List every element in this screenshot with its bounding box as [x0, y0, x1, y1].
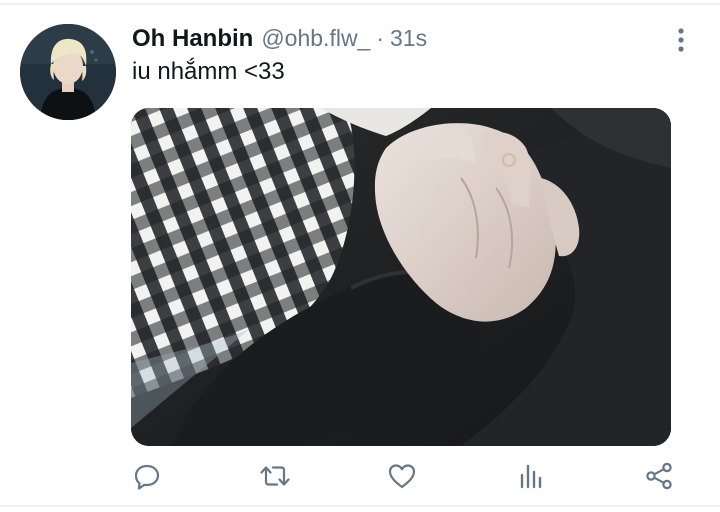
more-options-button[interactable] — [668, 26, 694, 54]
reply-icon — [134, 464, 160, 490]
share-button[interactable] — [639, 456, 679, 496]
timestamp[interactable]: 31s — [390, 25, 427, 52]
tweet-card[interactable]: Oh Hanbin @ohb.flw_ · 31s iu nhắmm <33 — [0, 0, 720, 512]
reply-button[interactable] — [127, 456, 167, 496]
separator-dot: · — [376, 25, 385, 51]
user-handle[interactable]: @ohb.flw_ — [261, 25, 370, 52]
like-icon — [388, 464, 416, 489]
retweet-button[interactable] — [255, 456, 295, 496]
more-vertical-icon — [678, 28, 684, 52]
display-name[interactable]: Oh Hanbin — [132, 25, 253, 53]
tweet-photo[interactable] — [131, 108, 671, 446]
retweet-icon — [260, 466, 290, 486]
share-icon — [646, 462, 672, 490]
avatar[interactable] — [20, 24, 116, 120]
analytics-button[interactable] — [511, 456, 551, 496]
tweet-text: iu nhắmm <33 — [132, 58, 285, 85]
like-button[interactable] — [382, 456, 422, 496]
tweet-actions — [0, 456, 720, 496]
tweet-header: Oh Hanbin @ohb.flw_ · 31s — [132, 25, 427, 55]
divider — [0, 505, 720, 507]
analytics-icon — [520, 464, 542, 489]
divider — [0, 3, 720, 5]
